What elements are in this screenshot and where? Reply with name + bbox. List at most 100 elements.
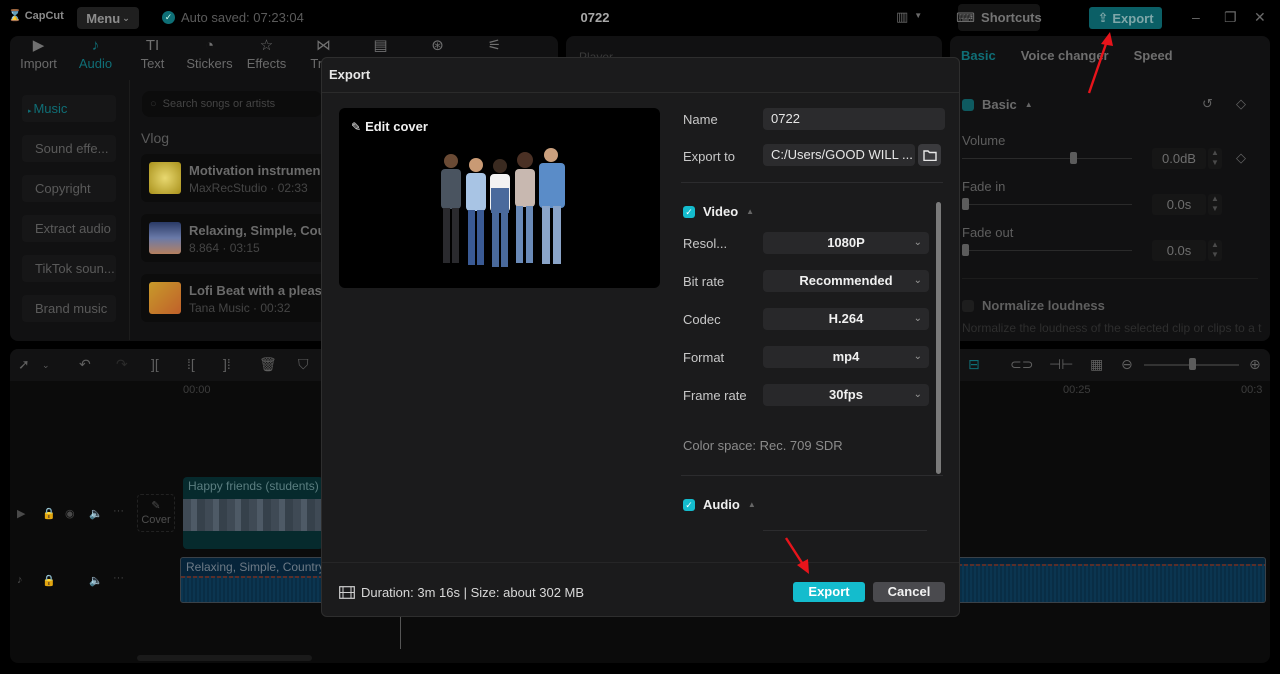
speaker-icon[interactable]: 🔈 [89,574,103,587]
audio-clip[interactable]: Relaxing, Simple, Country [180,557,325,603]
name-input[interactable]: 0722 [763,108,945,130]
chevron-down-icon: ⌄ [913,275,922,286]
fade-out-value[interactable]: 0.0s [1152,240,1206,261]
reset-icon[interactable]: ↺ [1202,96,1213,112]
sidebar-item-sound-effects[interactable]: Sound effe... [22,135,116,162]
tab-audio[interactable]: ♪ Audio [67,36,124,76]
sidebar-item-brand-music[interactable]: Brand music [22,295,116,322]
divider [763,530,927,531]
volume-stepper[interactable]: ▲ ▼ [1208,148,1222,169]
cover-button[interactable]: ✎ Cover [137,494,175,532]
music-track[interactable]: Relaxing, Simple, Cou 8.864 · 03:15 [141,214,331,262]
ai-shield-icon[interactable]: ⛉ [298,356,309,373]
keyframe-icon[interactable]: ◇ [1236,96,1246,112]
redo-icon[interactable]: ↷ [116,356,128,373]
zoom-out-icon[interactable]: ⊖ [1121,356,1133,373]
sidebar-item-extract-audio[interactable]: Extract audio [22,215,116,242]
bitrate-select[interactable]: Recommended ⌄ [763,270,929,292]
fade-out-stepper[interactable]: ▲ ▼ [1208,240,1222,261]
video-checkbox[interactable]: ✓ [683,205,695,218]
fade-in-slider[interactable] [962,204,1132,205]
restore-icon[interactable]: ❐ [1224,9,1237,26]
lock-icon[interactable]: 🔒 [42,507,56,520]
volume-value[interactable]: 0.0dB [1152,148,1206,169]
select-tool-icon[interactable]: ➚ [18,356,30,373]
format-label: Format [683,350,725,365]
music-search-input[interactable]: ○ Search songs or artists [142,91,322,117]
tab-effects[interactable]: ☆ Effects [238,36,295,76]
format-select[interactable]: mp4 ⌄ [763,346,929,368]
more-icon[interactable]: ··· [113,505,124,517]
import-icon: ▶ [32,37,45,54]
speaker-icon[interactable]: 🔈 [89,507,103,520]
export-button[interactable]: Export [793,582,865,602]
tab-import[interactable]: ▶ Import [10,36,67,76]
fade-out-slider[interactable] [962,250,1132,251]
playhead[interactable] [400,617,401,649]
split-icon[interactable]: ][ [151,356,159,372]
layout-button[interactable]: ▥ ▼ [896,9,922,25]
resolution-select[interactable]: 1080P ⌄ [763,232,929,254]
snap-icon[interactable]: ⊟ [968,356,980,373]
fade-out-slider-thumb[interactable] [962,244,969,256]
frame-rate-select[interactable]: 30fps ⌄ [763,384,929,406]
codec-select[interactable]: H.264 ⌄ [763,308,929,330]
tab-stickers[interactable]: ◔ Stickers [181,36,238,76]
split-marker-icon[interactable]: ⊣⊢ [1049,356,1073,373]
settings-scrollbar[interactable] [936,202,941,474]
shortcuts-button[interactable]: ⌨ Shortcuts [956,4,1042,31]
divider [322,562,959,563]
caret-up-icon: ▲ [1024,100,1033,109]
zoom-in-icon[interactable]: ⊕ [1249,356,1261,373]
split-left-icon[interactable]: ⁞[ [187,356,195,372]
fade-in-stepper[interactable]: ▲ ▼ [1208,194,1222,215]
menu-button[interactable]: Menu ⌄ [77,7,139,29]
cancel-button[interactable]: Cancel [873,582,945,602]
eye-icon[interactable]: ◉ [65,507,75,520]
fade-in-slider-thumb[interactable] [962,198,969,210]
normalize-loudness-toggle[interactable]: Normalize loudness [962,298,1105,313]
fade-in-value[interactable]: 0.0s [1152,194,1206,215]
film-icon [339,586,355,599]
timeline-scrollbar[interactable] [137,655,312,661]
split-right-icon[interactable]: ]⁞ [223,356,231,372]
basic-checkbox[interactable] [962,98,974,111]
sidebar-item-music[interactable]: ▸ Music [22,95,116,122]
audio-checkbox[interactable]: ✓ [683,498,695,511]
music-track[interactable]: Motivation instrumen MaxRecStudio · 02:3… [141,154,331,202]
undo-icon[interactable]: ↶ [79,356,91,373]
video-section-header[interactable]: ✓ Video ▲ [683,204,754,219]
normalize-checkbox[interactable] [962,299,974,312]
music-track[interactable]: Lofi Beat with a pleasa Tana Music · 00:… [141,274,331,322]
chevron-down-icon[interactable]: ⌄ [42,360,50,371]
sidebar-item-copyright[interactable]: Copyright [22,175,116,202]
preview-axis-icon[interactable]: ▦ [1090,356,1103,373]
tab-basic[interactable]: Basic [961,48,996,63]
link-icon[interactable]: ⊂⊃ [1010,356,1033,373]
audio-waveform [958,564,1265,602]
export-top-button[interactable]: ⇪ Export [1089,7,1162,29]
delete-icon[interactable]: 🗑 [259,356,277,373]
cover-preview[interactable]: ✎ Edit cover [339,108,660,288]
audio-section-header[interactable]: ✓ Audio ▲ [683,497,756,512]
minimize-icon[interactable]: – [1192,9,1200,25]
fade-in-label: Fade in [962,179,1006,194]
export-path-input[interactable]: C:/Users/GOOD WILL ... [763,144,915,166]
tab-speed[interactable]: Speed [1134,48,1173,63]
keyframe-icon[interactable]: ◇ [1236,150,1246,166]
folder-icon [922,149,937,161]
more-icon[interactable]: ··· [113,572,124,584]
volume-slider-thumb[interactable] [1069,152,1077,164]
browse-folder-button[interactable] [918,144,941,166]
sidebar-item-tiktok-sounds[interactable]: TikTok soun... [22,255,116,282]
timeline-zoom-thumb[interactable] [1188,358,1196,370]
tab-text[interactable]: TI Text [124,36,181,76]
captions-icon: ▤ [373,37,388,54]
lock-icon[interactable]: 🔒 [42,574,56,587]
close-icon[interactable]: ✕ [1254,9,1266,26]
video-clip[interactable]: Happy friends (students) [183,477,323,549]
autosave-status: ✓ Auto saved: 07:23:04 [162,10,304,25]
basic-section-header[interactable]: Basic ▲ [962,97,1033,112]
volume-slider[interactable] [962,158,1132,159]
audio-clip-continued[interactable] [958,557,1266,603]
